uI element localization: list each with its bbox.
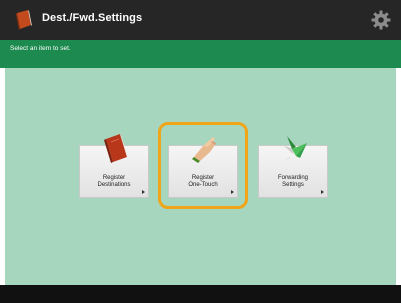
tile-label-line1: Forwarding — [277, 175, 308, 181]
register-destinations-button[interactable]: Register Destinations — [79, 134, 149, 198]
tile-label-line2: Settings — [282, 182, 304, 188]
submenu-arrow-icon — [321, 190, 324, 194]
instruction-text: Select an item to set. — [10, 45, 71, 52]
title-bar: Dest./Fwd.Settings — [0, 0, 401, 40]
forward-arrow-icon — [284, 136, 307, 162]
selection-highlight — [158, 122, 248, 209]
book-icon — [16, 10, 32, 30]
address-book-icon — [104, 134, 128, 163]
page-title: Dest./Fwd.Settings — [42, 12, 143, 24]
screen: Dest./Fwd.Settings Select an item to set… — [0, 0, 401, 303]
message-bar: Select an item to set. — [0, 40, 401, 68]
tile-label-line1: Register — [102, 175, 126, 181]
gear-icon[interactable] — [371, 10, 391, 30]
tile-label-line2: Destinations — [97, 182, 131, 188]
footer-bar — [0, 285, 401, 303]
forwarding-settings-button[interactable]: Forwarding Settings — [258, 136, 328, 198]
submenu-arrow-icon — [142, 190, 145, 194]
